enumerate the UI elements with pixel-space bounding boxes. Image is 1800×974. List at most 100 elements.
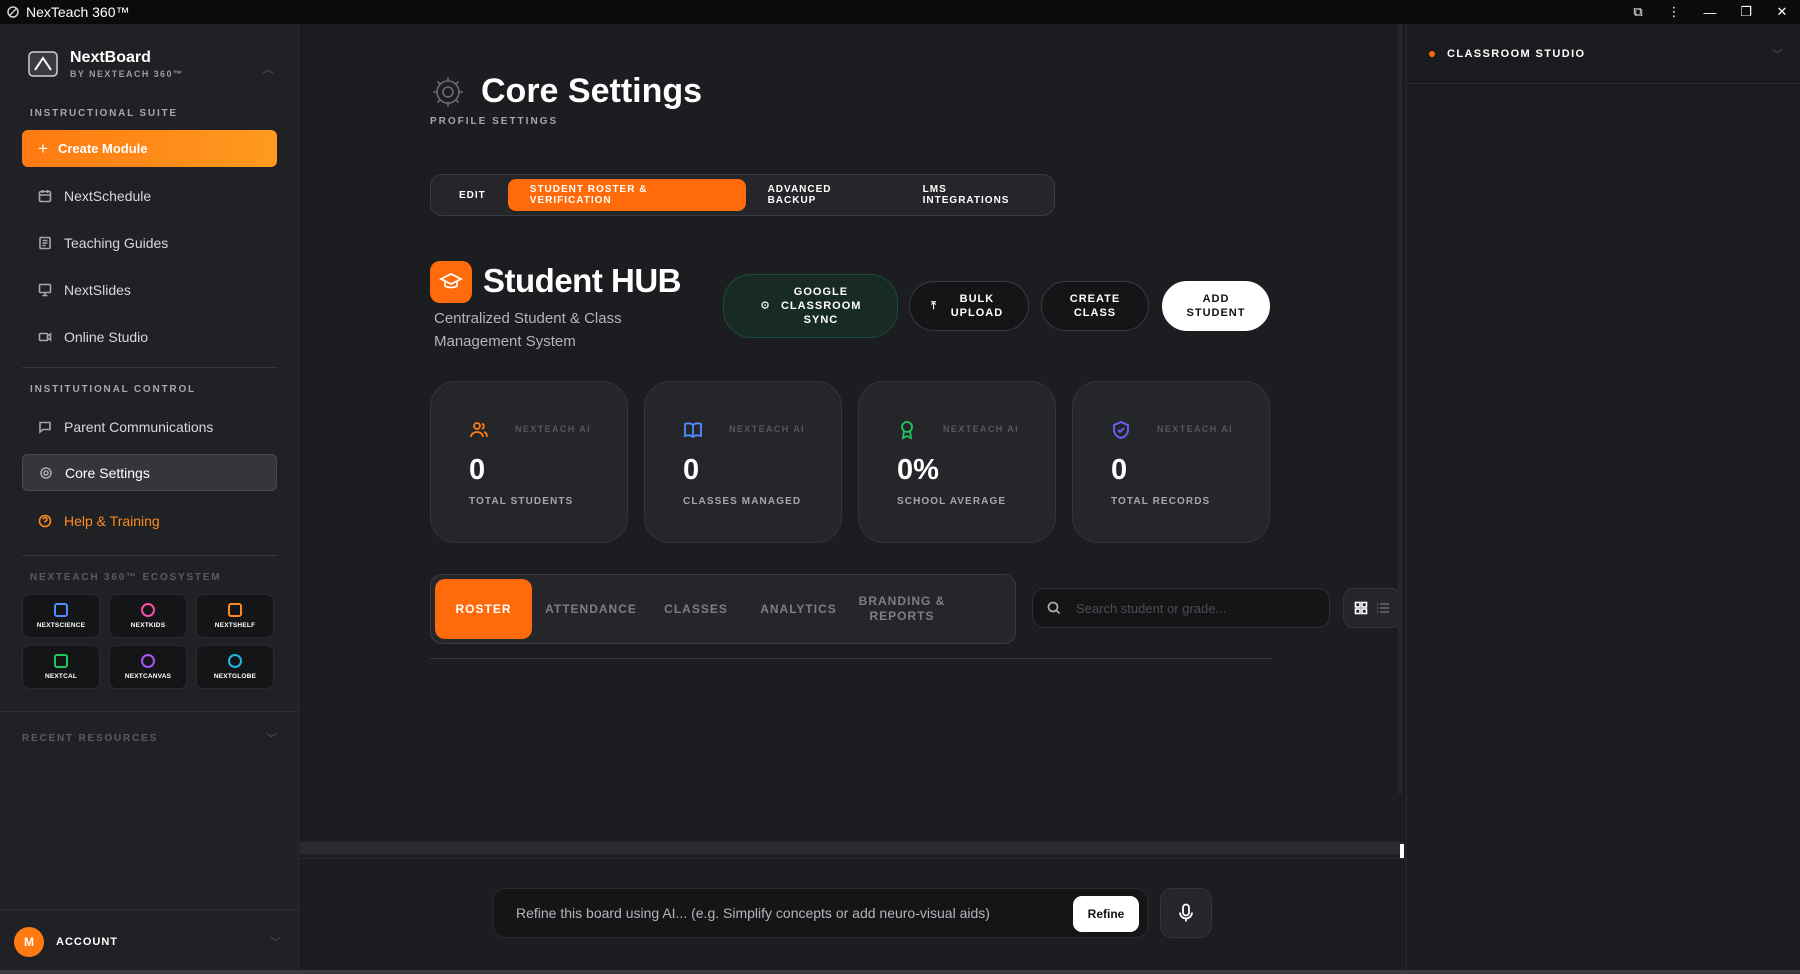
ecosystem-label: NEXTEACH 360™ ECOSYSTEM (30, 572, 222, 583)
create-module-button[interactable]: + Create Module (22, 130, 277, 167)
stat-label: SCHOOL AVERAGE (897, 496, 1007, 507)
eco-tile-nextcanvas[interactable]: NEXTCANVAS (109, 645, 187, 689)
calculator-icon (54, 654, 68, 668)
bottom-strip (0, 970, 1800, 974)
window-title: NexTeach 360™ (26, 4, 130, 20)
tab-classes[interactable]: CLASSES (650, 579, 742, 639)
stat-label: CLASSES MANAGED (683, 496, 802, 507)
users-icon (470, 422, 488, 438)
tab-analytics[interactable]: ANALYTICS (742, 579, 855, 639)
sidebar-item-label: Online Studio (64, 328, 149, 345)
upload-icon: ⤒ (931, 300, 937, 312)
sidebar-item-core-settings[interactable]: Core Settings (22, 454, 277, 491)
hub-title: Student HUB (483, 262, 681, 299)
tab-attendance[interactable]: ATTENDANCE (532, 579, 650, 639)
plus-icon: + (38, 138, 48, 158)
sidebar-item-help-training[interactable]: Help & Training (22, 502, 277, 539)
google-classroom-sync-button[interactable]: ⚙ GOOGLE CLASSROOM SYNC (723, 274, 898, 338)
sidebar-item-nextschedule[interactable]: NextSchedule (22, 177, 277, 214)
sidebar-item-parent-communications[interactable]: Parent Communications (22, 408, 277, 445)
divider (0, 711, 299, 712)
search-placeholder: Search student or grade... (1076, 600, 1227, 616)
eco-tile-nextglobe[interactable]: NEXTGLOBE (196, 645, 274, 689)
stat-value: 0% (897, 454, 939, 486)
search-icon (1047, 601, 1061, 615)
stat-card-school-average: NEXTEACH AI 0% SCHOOL AVERAGE (858, 381, 1056, 543)
avatar: M (14, 927, 44, 957)
horizontal-scrollbar[interactable] (300, 842, 1404, 854)
library-icon (228, 603, 242, 617)
close-icon[interactable]: ✕ (1764, 4, 1800, 20)
view-toggle (1343, 588, 1401, 628)
minimize-icon[interactable]: — (1692, 5, 1728, 20)
shield-check-icon (1113, 421, 1129, 439)
section-institutional-label: INSTITUTIONAL CONTROL (30, 384, 196, 395)
sidebar-item-teaching-guides[interactable]: Teaching Guides (22, 224, 277, 261)
classroom-studio-title: CLASSROOM STUDIO (1447, 47, 1586, 60)
tab-advanced-backup[interactable]: ADVANCED BACKUP (746, 179, 901, 211)
create-module-label: Create Module (57, 141, 148, 156)
page-title: Core Settings (481, 72, 703, 110)
message-icon (39, 421, 51, 434)
award-icon (901, 421, 913, 440)
tab-roster[interactable]: ROSTER (435, 579, 532, 639)
sidebar-item-label: NextSchedule (64, 187, 152, 204)
main-content: Core Settings PROFILE SETTINGS EDIT STUD… (300, 24, 1404, 974)
extensions-icon[interactable]: ⧉ (1620, 4, 1656, 20)
sidebar-item-label: NextSlides (64, 281, 131, 298)
gear-icon (40, 466, 52, 479)
scrollbar-thumb[interactable] (1400, 844, 1404, 858)
eco-tile-nextshelf[interactable]: NEXTSHELF (196, 594, 274, 638)
add-student-button[interactable]: ADD STUDENT (1162, 281, 1270, 331)
chevron-down-icon[interactable]: ﹀ (1772, 46, 1783, 62)
divider (22, 555, 277, 556)
microphone-icon (1179, 903, 1193, 922)
stat-card-total-records: NEXTEACH AI 0 TOTAL RECORDS (1072, 381, 1270, 543)
stat-value: 0 (683, 454, 700, 486)
microphone-button[interactable] (1160, 888, 1212, 938)
right-panel: CLASSROOM STUDIO ﹀ (1406, 24, 1800, 974)
tab-lms-integrations[interactable]: LMS INTEGRATIONS (901, 179, 1054, 211)
divider (22, 367, 277, 368)
app-logo-icon (7, 6, 19, 18)
recent-resources-label[interactable]: RECENT RESOURCES (22, 733, 158, 744)
tab-branding-reports[interactable]: BRANDING & REPORTS (855, 579, 949, 639)
account-section[interactable]: M ACCOUNT ﹀ (0, 909, 299, 974)
refine-input[interactable]: Refine this board using AI... (e.g. Simp… (493, 888, 1148, 938)
restore-icon[interactable]: ❐ (1728, 4, 1764, 20)
sidebar-item-online-studio[interactable]: Online Studio (22, 318, 277, 355)
eco-tile-nextscience[interactable]: NEXTSCIENCE (22, 594, 100, 638)
eco-tile-nextkids[interactable]: NEXTKIDS (109, 594, 187, 638)
chevron-up-icon[interactable]: ︿ (262, 60, 274, 77)
graduation-cap-icon (430, 261, 472, 303)
list-view-icon[interactable] (1376, 601, 1390, 615)
window-controls: ⧉ ⋮ — ❐ ✕ (1620, 0, 1800, 24)
sidebar-item-nextslides[interactable]: NextSlides (22, 271, 277, 308)
divider (430, 658, 1272, 659)
classroom-studio-header[interactable]: CLASSROOM STUDIO ﹀ (1407, 24, 1800, 84)
vertical-scrollbar[interactable] (1398, 24, 1402, 794)
calendar-icon (38, 189, 52, 202)
presentation-icon (38, 283, 52, 296)
kebab-menu-icon[interactable]: ⋮ (1656, 4, 1692, 20)
tab-student-roster[interactable]: STUDENT ROSTER & VERIFICATION (507, 179, 746, 211)
account-label: ACCOUNT (56, 936, 118, 948)
brand-logo-icon (28, 51, 58, 77)
help-circle-icon (38, 514, 52, 527)
refine-button[interactable]: Refine (1073, 896, 1139, 932)
create-class-button[interactable]: CREATE CLASS (1041, 281, 1149, 331)
tab-edit[interactable]: EDIT (437, 179, 508, 211)
refine-placeholder: Refine this board using AI... (e.g. Simp… (516, 905, 990, 921)
settings-tabs: EDIT STUDENT ROSTER & VERIFICATION ADVAN… (430, 174, 1055, 216)
palette-icon (141, 654, 155, 668)
open-book-icon (684, 422, 702, 439)
section-instructional-label: INSTRUCTIONAL SUITE (30, 108, 178, 119)
hub-subtitle: Centralized Student & Class Management S… (434, 310, 622, 350)
grid-view-icon[interactable] (1354, 601, 1368, 615)
search-input[interactable]: Search student or grade... (1032, 588, 1330, 628)
chevron-down-icon[interactable]: ﹀ (270, 934, 281, 950)
eco-tile-nextcal[interactable]: NEXTCAL (22, 645, 100, 689)
chevron-down-icon[interactable]: ﹀ (266, 730, 277, 746)
bulk-upload-button[interactable]: ⤒ BULK UPLOAD (909, 281, 1029, 331)
brand[interactable]: NextBoard BY NEXTEACH 360™ (26, 48, 183, 80)
